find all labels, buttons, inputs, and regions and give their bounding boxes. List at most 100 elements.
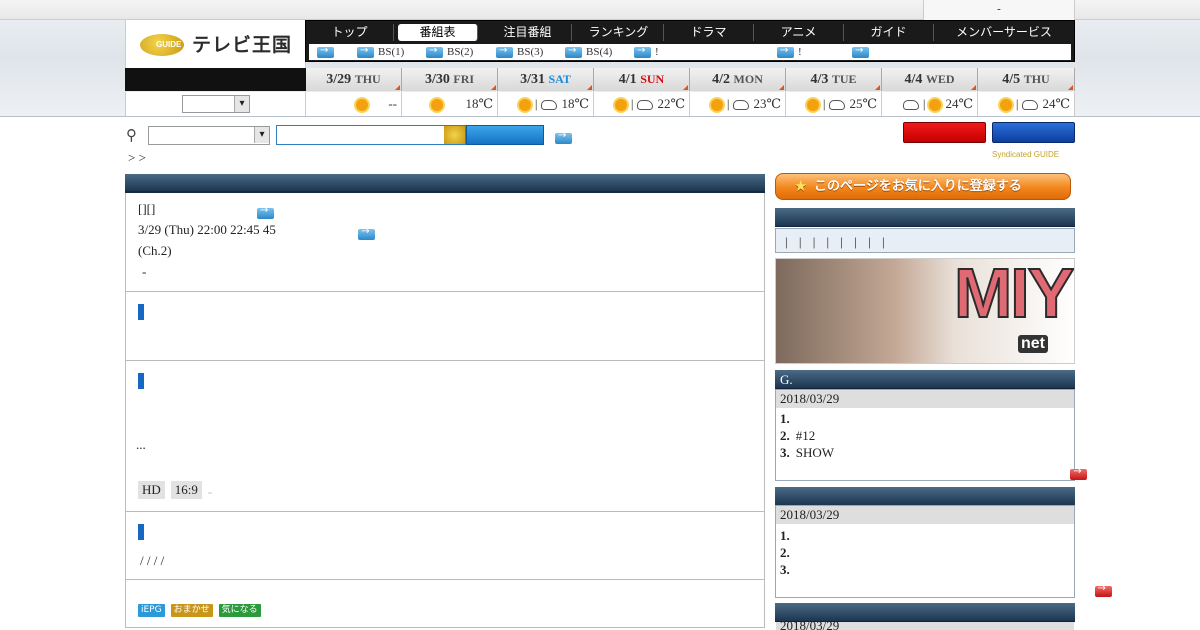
weather-separator: |	[1015, 96, 1019, 111]
weather-temp: 22℃	[657, 96, 685, 111]
ranking-item[interactable]: 1.	[780, 528, 796, 544]
add-favorite-button[interactable]: ★ このページをお気に入りに登録する	[775, 173, 1071, 200]
breadcrumb: > >	[128, 150, 146, 165]
subnav-item-bs3[interactable]: BS(3)	[496, 44, 543, 59]
nav-item-drama[interactable]: ドラマ	[664, 24, 754, 41]
weather-day-header[interactable]: 3/30 FRI	[402, 68, 498, 91]
subnav-label: !	[798, 46, 802, 58]
program-header-bar	[125, 174, 765, 193]
weather-temp: 23℃	[753, 96, 781, 111]
promo-banner[interactable]: MIYU net	[775, 258, 1075, 364]
weather-temp: 18℃	[561, 96, 589, 111]
ranking-item[interactable]: 1.	[780, 411, 796, 427]
program-cast: / / / /	[140, 553, 165, 568]
guide-logo-icon: GUIDE	[140, 34, 184, 56]
weather-day-header[interactable]: 4/3 TUE	[786, 68, 882, 91]
weather-date: 4/4	[904, 72, 923, 87]
weather-separator: |	[630, 96, 634, 111]
weather-forecast-cell: 18℃	[402, 92, 498, 116]
weather-region-cell	[125, 92, 306, 116]
subnav-item-cs2[interactable]: !	[777, 44, 802, 59]
sunny-icon	[999, 99, 1012, 112]
program-subtitle: -	[142, 264, 147, 279]
program-actions-box: iEPG おまかせ 気になる	[125, 580, 765, 628]
kininaru-button[interactable]: 気になる	[218, 604, 261, 617]
syndicated-guide-logo: Syndicated GUIDE	[992, 150, 1060, 159]
sunny-icon	[710, 99, 723, 112]
weather-separator: |	[822, 96, 826, 111]
nav-item-featured[interactable]: 注目番組	[484, 24, 572, 41]
nav-item-member-service[interactable]: メンバーサービス	[934, 24, 1074, 41]
nav-item-top[interactable]: トップ	[306, 24, 394, 41]
sunny-icon	[806, 99, 819, 112]
datetime-arrow-icon[interactable]	[358, 226, 376, 240]
weather-forecast-cell: | 18℃	[498, 92, 594, 116]
search-category-select[interactable]	[148, 126, 270, 145]
omakase-button[interactable]: おまかせ	[170, 604, 213, 617]
subnav-item-bs1[interactable]: BS(1)	[357, 44, 404, 59]
weather-day-header[interactable]: 4/4 WED	[882, 68, 978, 91]
arrow-icon	[565, 44, 582, 58]
weather-day-header[interactable]: 4/5 THU	[978, 68, 1075, 91]
nav-item-guide[interactable]: ガイド	[844, 24, 934, 41]
ranking-more-arrow-icon[interactable]	[1094, 583, 1112, 597]
weather-separator: |	[922, 96, 926, 111]
program-section-1	[125, 292, 765, 361]
site-logo[interactable]: GUIDE テレビ王国	[125, 20, 306, 68]
weather-forecast-cell: | 25℃	[786, 92, 882, 116]
ranking-item[interactable]: 2. #12	[780, 428, 815, 444]
subnav-item-terrestrial[interactable]	[317, 44, 338, 59]
subnav-item-bs4[interactable]: BS(4)	[565, 44, 612, 59]
cloudy-icon	[1022, 100, 1039, 111]
nav-item-ranking[interactable]: ランキング	[574, 24, 664, 41]
weather-temp: 24℃	[945, 96, 973, 111]
weather-temp: 18℃	[465, 96, 493, 111]
subnav-label: BS(2)	[447, 46, 474, 58]
section-marker	[138, 524, 144, 540]
sunny-icon	[929, 99, 942, 112]
program-description: ...	[136, 437, 146, 452]
weather-forecast-cell: | 24℃	[978, 92, 1075, 116]
subnav-item-cs1[interactable]: !	[634, 44, 659, 59]
weather-date: 4/2	[712, 72, 731, 87]
weather-day-header[interactable]: 4/2 MON	[690, 68, 786, 91]
weather-day-header[interactable]: 3/29 THU	[306, 68, 402, 91]
iepg-button[interactable]: iEPG	[138, 604, 165, 617]
subnav-item-bs2[interactable]: BS(2)	[426, 44, 474, 59]
blue-action-button[interactable]	[992, 122, 1075, 143]
ranking-item[interactable]: 3.	[780, 562, 796, 578]
tag-extra	[207, 492, 212, 494]
arrow-icon	[496, 44, 513, 58]
subnav-item-other[interactable]	[852, 44, 873, 59]
region-select[interactable]	[182, 95, 250, 113]
arrow-icon	[777, 44, 794, 58]
utility-box[interactable]: -	[923, 0, 1075, 20]
weather-separator: |	[726, 96, 730, 111]
nav-item-anime[interactable]: アニメ	[754, 24, 844, 41]
red-action-button[interactable]	[903, 122, 986, 143]
sunny-icon	[356, 99, 369, 112]
ranking-item[interactable]: 3. SHOW	[780, 445, 834, 461]
search-input[interactable]	[276, 125, 466, 145]
weather-day-header[interactable]: 3/31 SAT	[498, 68, 594, 91]
nav-item-tv-schedule[interactable]: 番組表	[398, 24, 478, 41]
banner-logo: net	[1018, 335, 1048, 353]
arrow-icon	[317, 44, 334, 58]
cloudy-icon	[733, 100, 750, 111]
weather-dow: THU	[1023, 72, 1050, 86]
tag-hd: HD	[138, 481, 165, 499]
sunny-icon	[614, 99, 627, 112]
search-help-arrow-icon[interactable]	[555, 130, 572, 144]
program-arrow-icon[interactable]	[257, 205, 274, 219]
ranking-date-1: 2018/03/29	[776, 390, 1074, 408]
search-button[interactable]	[466, 125, 544, 145]
banner-title: MIYU	[953, 258, 1074, 333]
weather-date: 4/1	[618, 72, 637, 87]
weather-day-header[interactable]: 4/1 SUN	[594, 68, 690, 91]
logo-badge-text: GUIDE	[156, 40, 182, 49]
ranking-more-arrow-icon[interactable]	[1070, 466, 1088, 480]
weather-corner	[125, 68, 306, 91]
sidebar-links-box[interactable]: | | | | | | | |	[775, 228, 1075, 253]
search-icon: ⚲	[126, 126, 137, 144]
ranking-item[interactable]: 2.	[780, 545, 796, 561]
